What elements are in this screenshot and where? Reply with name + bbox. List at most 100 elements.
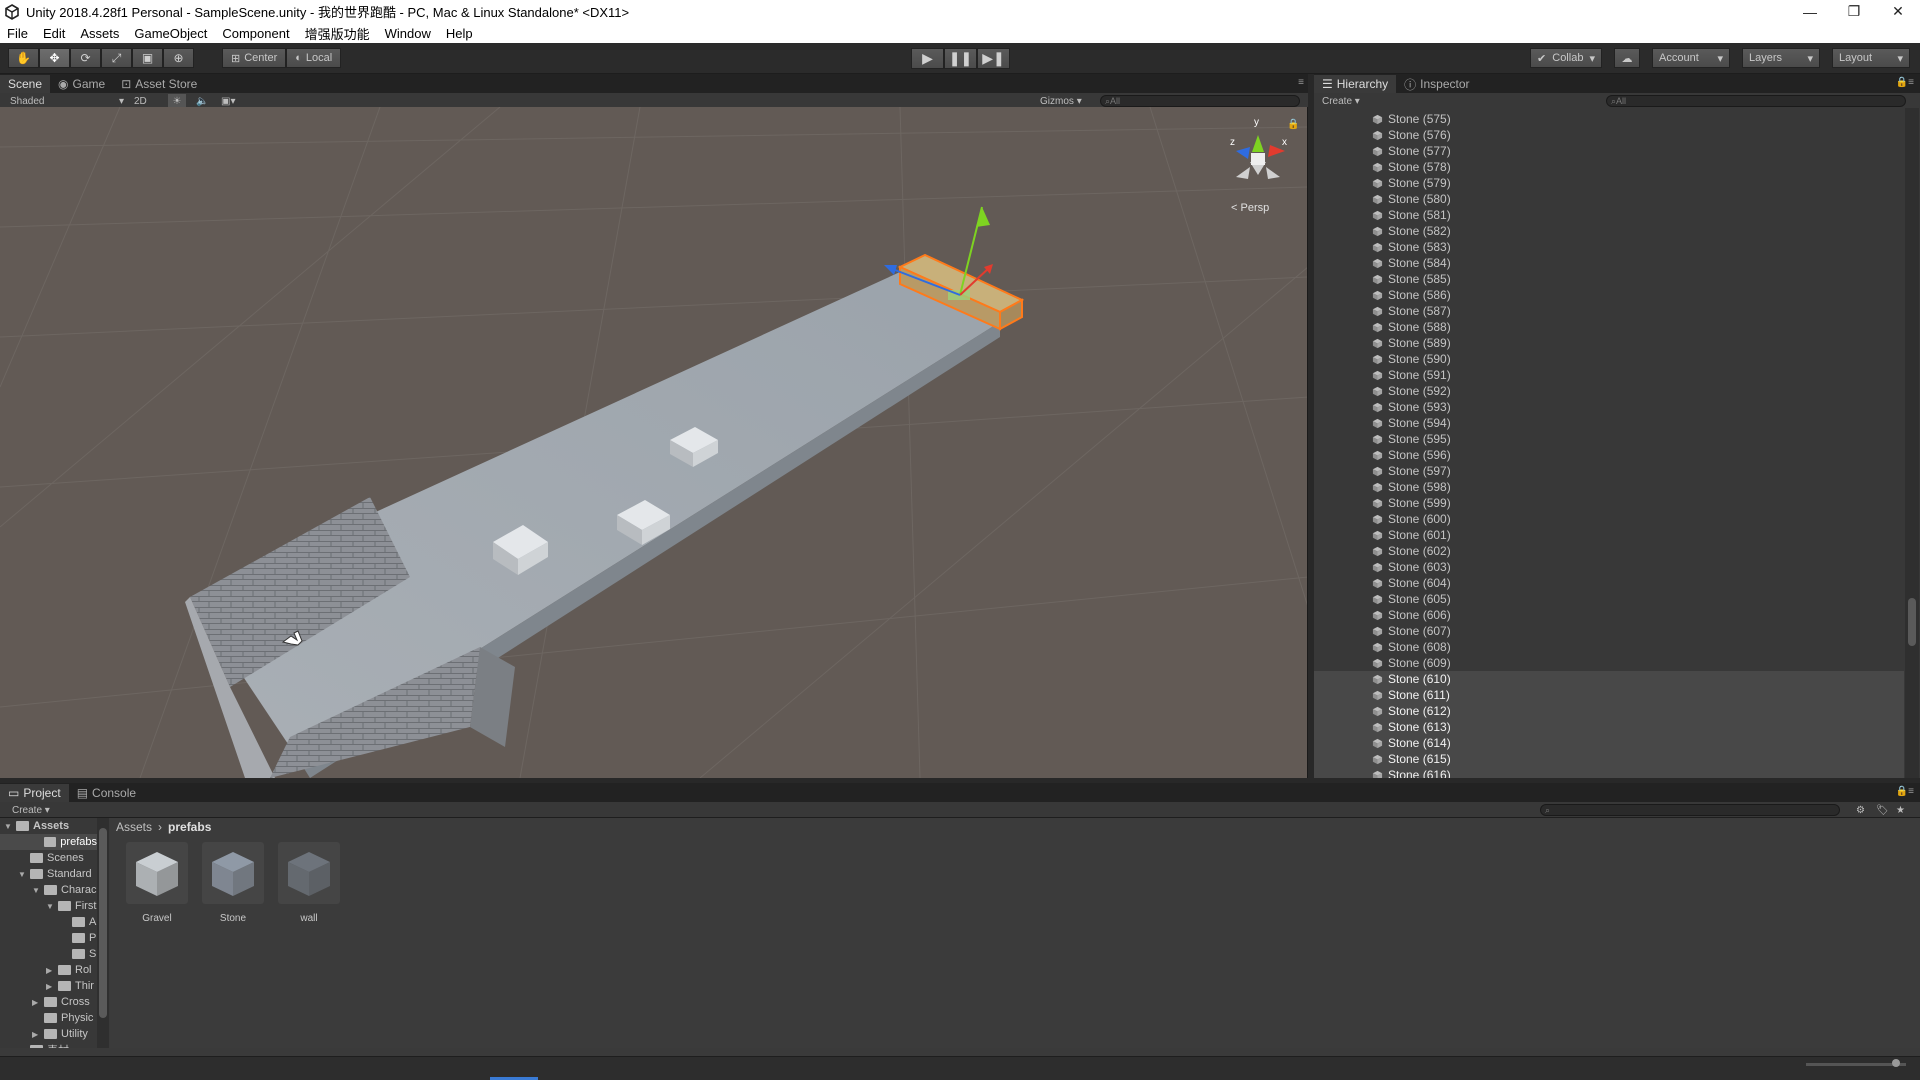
hierarchy-item[interactable]: Stone (590) bbox=[1314, 351, 1904, 367]
hierarchy-item[interactable]: Stone (605) bbox=[1314, 591, 1904, 607]
expand-arrow-icon[interactable]: ▶ bbox=[46, 966, 58, 975]
breadcrumb-assets[interactable]: Assets bbox=[116, 820, 152, 834]
account-dropdown[interactable]: Account ▾ bbox=[1652, 48, 1730, 68]
step-button[interactable]: ▶❚ bbox=[977, 48, 1010, 69]
rotate-tool-icon[interactable]: ⟳ bbox=[70, 48, 101, 68]
hierarchy-item[interactable]: Stone (575) bbox=[1314, 111, 1904, 127]
scrollbar-thumb[interactable] bbox=[99, 828, 107, 1018]
pivot-local-toggle[interactable]: ◐ Local bbox=[286, 48, 342, 68]
folder-tree-item[interactable]: ▼ First bbox=[46, 898, 96, 914]
shading-mode-dropdown[interactable]: Shaded ▾ bbox=[10, 94, 124, 108]
folder-tree-item[interactable]: ▼ Assets bbox=[4, 818, 69, 834]
audio-toggle-icon[interactable]: 🔈 bbox=[196, 94, 208, 108]
hierarchy-item[interactable]: Stone (581) bbox=[1314, 207, 1904, 223]
asset-tile[interactable]: Gravel bbox=[126, 842, 188, 924]
hierarchy-item[interactable]: Stone (599) bbox=[1314, 495, 1904, 511]
effects-toggle-icon[interactable]: ▣▾ bbox=[221, 94, 235, 108]
hierarchy-item[interactable]: Stone (578) bbox=[1314, 159, 1904, 175]
tab-scene[interactable]: Scene bbox=[0, 75, 51, 93]
hierarchy-item[interactable]: Stone (585) bbox=[1314, 271, 1904, 287]
icon-size-slider[interactable] bbox=[1806, 1063, 1906, 1066]
hierarchy-item[interactable]: Stone (600) bbox=[1314, 511, 1904, 527]
mode-2d-toggle[interactable]: 2D bbox=[134, 94, 147, 108]
hierarchy-item[interactable]: Stone (604) bbox=[1314, 575, 1904, 591]
expand-arrow-icon[interactable]: ▼ bbox=[46, 902, 58, 911]
hierarchy-item[interactable]: Stone (582) bbox=[1314, 223, 1904, 239]
hierarchy-scrollbar[interactable] bbox=[1905, 108, 1919, 778]
icon-size-slider-knob[interactable] bbox=[1892, 1059, 1900, 1067]
menu-assets[interactable]: Assets bbox=[73, 26, 127, 41]
move-tool-icon[interactable]: ✥ bbox=[39, 48, 70, 68]
hand-tool-icon[interactable]: ✋ bbox=[8, 48, 39, 68]
hierarchy-create-dropdown[interactable]: Create ▾ bbox=[1322, 94, 1360, 108]
hierarchy-item[interactable]: Stone (596) bbox=[1314, 447, 1904, 463]
orientation-gizmo-icon[interactable] bbox=[1236, 135, 1285, 179]
scrollbar-thumb[interactable] bbox=[1908, 598, 1916, 646]
tab-asset-store[interactable]: ⊡ Asset Store bbox=[113, 75, 205, 93]
hierarchy-item[interactable]: Stone (608) bbox=[1314, 639, 1904, 655]
tab-console[interactable]: ▤ Console bbox=[69, 784, 144, 802]
hierarchy-item[interactable]: Stone (611) bbox=[1314, 687, 1904, 703]
pivot-center-toggle[interactable]: ⊞ Center bbox=[222, 48, 287, 68]
folder-tree-item[interactable]: prefabs bbox=[0, 834, 97, 850]
projection-toggle[interactable]: < Persp bbox=[1231, 202, 1269, 214]
expand-arrow-icon[interactable]: ▶ bbox=[32, 998, 44, 1007]
menu-enhanced[interactable]: 增强版功能 bbox=[298, 24, 378, 43]
expand-arrow-icon[interactable]: ▼ bbox=[18, 1046, 30, 1049]
lock-icon[interactable]: 🔒 bbox=[1287, 119, 1299, 130]
folder-tree-item[interactable]: ▶ Cross bbox=[32, 994, 90, 1010]
menu-help[interactable]: Help bbox=[439, 26, 481, 41]
menu-gameobject[interactable]: GameObject bbox=[127, 26, 215, 41]
gizmos-dropdown[interactable]: Gizmos ▾ bbox=[1040, 94, 1082, 108]
filter-type-icon[interactable]: ⚙ bbox=[1856, 803, 1865, 817]
hierarchy-item[interactable]: Stone (593) bbox=[1314, 399, 1904, 415]
folder-tree-item[interactable]: Scenes bbox=[18, 850, 84, 866]
cloud-button[interactable]: ☁ bbox=[1614, 48, 1640, 68]
project-search-input[interactable]: ⌕ bbox=[1540, 804, 1840, 816]
collab-dropdown[interactable]: ✔ Collab ▾ bbox=[1530, 48, 1602, 68]
tab-inspector[interactable]: ⓘ Inspector bbox=[1396, 75, 1477, 93]
tab-hierarchy[interactable]: ☰ Hierarchy bbox=[1314, 75, 1397, 93]
scene-viewport[interactable]: y x z 🔒 < Persp bbox=[0, 107, 1308, 778]
play-button[interactable]: ▶ bbox=[911, 48, 944, 69]
favorite-star-icon[interactable]: ★ bbox=[1896, 803, 1905, 817]
hierarchy-item[interactable]: Stone (587) bbox=[1314, 303, 1904, 319]
tab-project[interactable]: ▭ Project bbox=[0, 784, 69, 802]
scale-tool-icon[interactable]: ⤢ bbox=[101, 48, 132, 68]
folder-tree-item[interactable]: ▼ 素材 bbox=[18, 1042, 69, 1048]
hierarchy-item[interactable]: Stone (580) bbox=[1314, 191, 1904, 207]
breadcrumb-prefabs[interactable]: prefabs bbox=[168, 820, 211, 834]
folder-tree-item[interactable]: ▶ Thir bbox=[46, 978, 94, 994]
tab-game[interactable]: ◉ Game bbox=[50, 75, 113, 93]
menu-component[interactable]: Component bbox=[215, 26, 297, 41]
hierarchy-item[interactable]: Stone (603) bbox=[1314, 559, 1904, 575]
rect-tool-icon[interactable]: ▣ bbox=[132, 48, 163, 68]
hierarchy-item[interactable]: Stone (598) bbox=[1314, 479, 1904, 495]
layers-dropdown[interactable]: Layers ▾ bbox=[1742, 48, 1820, 68]
hierarchy-item[interactable]: Stone (576) bbox=[1314, 127, 1904, 143]
expand-arrow-icon[interactable]: ▼ bbox=[4, 822, 16, 831]
expand-arrow-icon[interactable]: ▶ bbox=[32, 1030, 44, 1039]
hierarchy-item[interactable]: Stone (597) bbox=[1314, 463, 1904, 479]
layout-dropdown[interactable]: Layout ▾ bbox=[1832, 48, 1910, 68]
expand-arrow-icon[interactable]: ▼ bbox=[18, 870, 30, 879]
hierarchy-item[interactable]: Stone (616) bbox=[1314, 767, 1904, 778]
folder-tree-item[interactable]: A bbox=[60, 914, 96, 930]
hierarchy-item[interactable]: Stone (577) bbox=[1314, 143, 1904, 159]
hierarchy-item[interactable]: Stone (591) bbox=[1314, 367, 1904, 383]
hierarchy-item[interactable]: Stone (612) bbox=[1314, 703, 1904, 719]
tree-scrollbar[interactable] bbox=[97, 818, 109, 1048]
transform-tool-icon[interactable]: ⊕ bbox=[163, 48, 194, 68]
minimize-button[interactable]: — bbox=[1788, 0, 1832, 23]
maximize-button[interactable]: ❐ bbox=[1832, 0, 1876, 23]
hierarchy-item[interactable]: Stone (592) bbox=[1314, 383, 1904, 399]
menu-file[interactable]: File bbox=[0, 26, 36, 41]
filter-label-icon[interactable]: 🏷 bbox=[1876, 803, 1889, 817]
folder-tree-item[interactable]: ▼ Charac bbox=[32, 882, 96, 898]
expand-arrow-icon[interactable]: ▶ bbox=[46, 982, 58, 991]
asset-tile[interactable]: wall bbox=[278, 842, 340, 924]
folder-tree-item[interactable]: ▶ Rol bbox=[46, 962, 92, 978]
scene-search-input[interactable]: ⌕ All bbox=[1100, 95, 1300, 107]
hierarchy-item[interactable]: Stone (607) bbox=[1314, 623, 1904, 639]
hierarchy-item[interactable]: Stone (589) bbox=[1314, 335, 1904, 351]
